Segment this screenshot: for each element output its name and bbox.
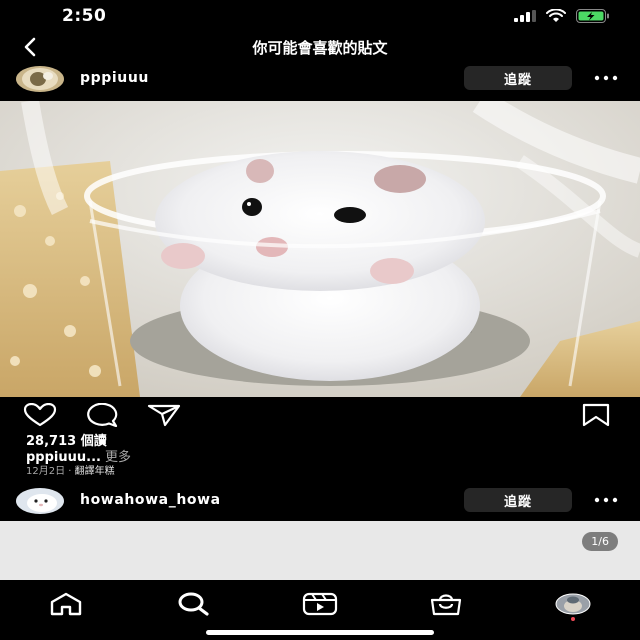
meta-separator: · bbox=[68, 466, 72, 477]
translate-link[interactable]: 翻譯年糕 bbox=[75, 466, 115, 477]
signal-icon bbox=[514, 10, 536, 22]
post-image[interactable] bbox=[0, 101, 640, 397]
status-time: 2:50 bbox=[62, 6, 107, 26]
more-options-button[interactable] bbox=[590, 490, 622, 510]
notification-dot bbox=[571, 617, 575, 621]
post-header: pppiuuu 追蹤 bbox=[0, 64, 640, 98]
profile-avatar bbox=[555, 593, 591, 615]
ellipsis-icon bbox=[594, 75, 618, 81]
avatar[interactable] bbox=[16, 488, 64, 514]
nav-search[interactable] bbox=[173, 586, 213, 622]
follow-button[interactable]: 追蹤 bbox=[464, 488, 572, 512]
heart-icon bbox=[23, 403, 57, 427]
home-indicator bbox=[206, 630, 434, 635]
like-button[interactable] bbox=[22, 402, 58, 428]
nav-shop[interactable] bbox=[426, 586, 466, 622]
save-button[interactable] bbox=[578, 402, 614, 428]
reels-icon bbox=[302, 592, 338, 616]
bottom-nav bbox=[0, 580, 640, 640]
post-username[interactable]: howahowa_howa bbox=[80, 492, 221, 508]
avatar[interactable] bbox=[16, 66, 64, 92]
battery-charging-icon bbox=[576, 9, 609, 23]
send-icon bbox=[147, 404, 181, 427]
bookmark-icon bbox=[582, 403, 610, 427]
wifi-icon bbox=[546, 9, 566, 22]
page-header: 你可能會喜歡的貼文 bbox=[0, 32, 640, 62]
post-image[interactable]: 1/6 bbox=[0, 521, 640, 580]
post-date: 12月2日 bbox=[26, 466, 66, 477]
status-bar: 2:50 bbox=[0, 0, 640, 32]
comment-button[interactable] bbox=[84, 402, 120, 428]
more-options-button[interactable] bbox=[590, 68, 622, 88]
post-actions bbox=[0, 400, 640, 430]
page-title: 你可能會喜歡的貼文 bbox=[252, 39, 388, 57]
carousel-page-counter: 1/6 bbox=[582, 532, 618, 551]
post-header: howahowa_howa 追蹤 bbox=[0, 486, 640, 520]
share-button[interactable] bbox=[146, 402, 182, 428]
nav-reels[interactable] bbox=[300, 586, 340, 622]
status-icons bbox=[514, 9, 610, 23]
search-icon bbox=[178, 592, 209, 616]
ellipsis-icon bbox=[594, 497, 618, 503]
nav-profile[interactable] bbox=[553, 586, 593, 622]
post-meta: 12月2日 · 翻譯年糕 bbox=[26, 462, 115, 477]
home-icon bbox=[50, 592, 82, 616]
shop-icon bbox=[430, 594, 462, 616]
post-username[interactable]: pppiuuu bbox=[80, 70, 149, 86]
comment-icon bbox=[87, 403, 118, 427]
nav-home[interactable] bbox=[46, 586, 86, 622]
follow-button[interactable]: 追蹤 bbox=[464, 66, 572, 90]
